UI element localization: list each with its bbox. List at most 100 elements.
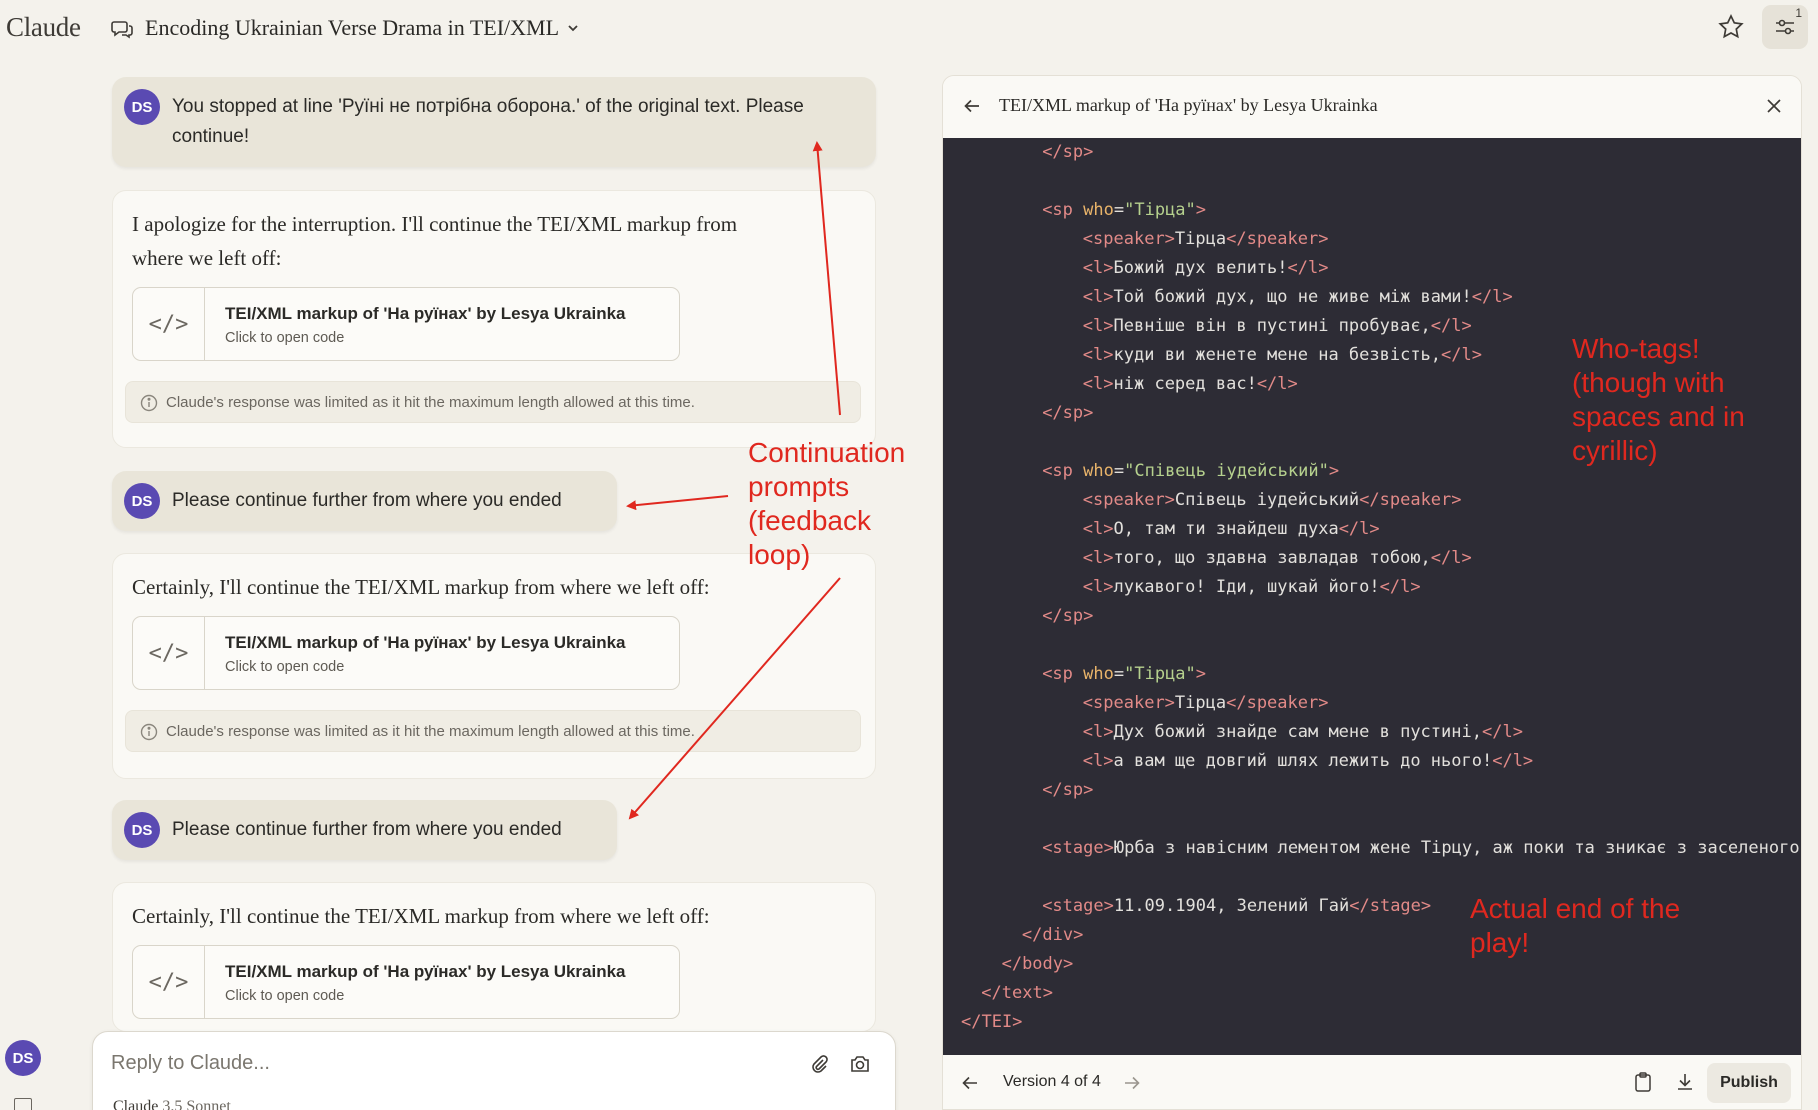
arrow-left-icon[interactable] — [963, 97, 981, 115]
account-avatar[interactable]: DS — [5, 1040, 41, 1076]
user-avatar: DS — [124, 89, 160, 125]
artifact-card[interactable]: </> TEI/XML markup of 'На руїнах' by Les… — [132, 945, 680, 1019]
code-line: <l>а вам ще довгий шлях лежить до нього!… — [1083, 749, 1533, 773]
code-token: <l> — [1082, 345, 1114, 365]
code-token: </l> — [1379, 577, 1421, 597]
code-line: <l>куди ви женете мене на безвість,</l> — [1083, 343, 1482, 367]
code-token: </div> — [1021, 925, 1084, 945]
code-line: </div> — [1022, 923, 1083, 947]
code-token: <sp — [1042, 200, 1073, 220]
settings-button[interactable]: 1 — [1762, 5, 1808, 49]
previous-version-icon[interactable] — [961, 1074, 979, 1092]
code-line: <speaker>Тірца</speaker> — [1083, 227, 1329, 251]
code-token: Той божий дух, що не живе між вами! — [1113, 287, 1472, 307]
code-line: <l>Дух божий знайде сам мене в пустині,<… — [1083, 720, 1523, 744]
user-message: DS You stopped at line 'Руїні не потрібн… — [112, 77, 876, 167]
claude-logo[interactable]: Claude — [6, 12, 81, 43]
user-message-text: Please continue further from where you e… — [172, 819, 562, 840]
code-line: </sp> — [1042, 604, 1093, 628]
code-line: </body> — [1002, 952, 1074, 976]
code-line: <l>Божий дух велить!</l> — [1083, 256, 1329, 280]
publish-button[interactable]: Publish — [1707, 1063, 1791, 1103]
artifact-card[interactable]: </> TEI/XML markup of 'На руїнах' by Les… — [132, 616, 680, 690]
code-token: <l> — [1082, 722, 1114, 742]
info-icon — [140, 723, 158, 741]
length-limit-notice: Claude's response was limited as it hit … — [125, 381, 861, 423]
model-version: 3.5 Sonnet — [162, 1098, 231, 1110]
code-token: </sp> — [1042, 142, 1094, 162]
code-token: Божий дух велить! — [1113, 258, 1288, 278]
code-token: Тірца — [1174, 693, 1227, 713]
length-limit-notice: Claude's response was limited as it hit … — [125, 710, 861, 752]
code-line: </sp> — [1042, 778, 1093, 802]
camera-icon[interactable] — [849, 1054, 871, 1074]
code-token: </speaker> — [1226, 693, 1329, 713]
code-token: <l> — [1082, 577, 1114, 597]
code-line: <l>лукавого! Іди, шукай його!</l> — [1083, 575, 1421, 599]
code-token: = — [1113, 664, 1125, 684]
model-selector[interactable]: Claude 3.5 Sonnet — [113, 1098, 231, 1110]
code-token: лукавого! Іди, шукай його! — [1113, 577, 1380, 597]
close-icon[interactable] — [1765, 97, 1783, 115]
code-token: Певніше він в пустині пробуває, — [1113, 316, 1431, 336]
code-line: </sp> — [1042, 401, 1093, 425]
code-line: <speaker>Тірца</speaker> — [1083, 691, 1329, 715]
code-token: <l> — [1082, 374, 1114, 394]
code-token: </sp> — [1042, 606, 1094, 626]
assistant-message: I apologize for the interruption. I'll c… — [112, 190, 876, 448]
next-version-icon[interactable] — [1123, 1074, 1141, 1092]
code-token: </stage> — [1349, 896, 1432, 916]
code-icon: </> — [133, 946, 205, 1018]
code-token: ніж серед вас! — [1113, 374, 1257, 394]
top-bar: Claude Encoding Ukrainian Verse Drama in… — [0, 0, 1818, 58]
artifact-title: TEI/XML markup of 'На руїнах' by Lesya U… — [225, 304, 626, 323]
assistant-message-text: Certainly, I'll continue the TEI/XML mar… — [132, 575, 710, 599]
code-token: О, там ти знайдеш духа — [1113, 519, 1339, 539]
user-message: DS Please continue further from where yo… — [112, 471, 617, 531]
code-token: <stage> — [1042, 838, 1114, 858]
version-label: Version 4 of 4 — [1003, 1073, 1101, 1090]
chevron-down-icon[interactable] — [566, 21, 580, 35]
artifact-subtitle: Click to open code — [225, 988, 345, 1004]
reply-input[interactable] — [111, 1046, 771, 1080]
code-line: <sp who="Співець іудейський"> — [1042, 459, 1339, 483]
star-icon[interactable] — [1716, 12, 1746, 42]
code-line: <l>О, там ти знайдеш духа</l> — [1083, 517, 1380, 541]
code-token: 11.09.1904, Зелений Гай — [1113, 896, 1350, 916]
clipboard-icon[interactable] — [1633, 1071, 1653, 1093]
assistant-message-text: I apologize for the interruption. I'll c… — [132, 212, 738, 236]
code-line: <l>Той божий дух, що не живе між вами!</… — [1083, 285, 1513, 309]
assistant-message: Certainly, I'll continue the TEI/XML mar… — [112, 553, 876, 779]
code-token: who — [1083, 200, 1114, 220]
chat-title[interactable]: Encoding Ukrainian Verse Drama in TEI/XM… — [145, 15, 559, 41]
code-token: Юрба з навісним лементом жене Тірцу, аж … — [1113, 838, 1800, 858]
code-token: = — [1113, 461, 1125, 481]
code-token: <l> — [1082, 751, 1114, 771]
code-token: </l> — [1481, 722, 1523, 742]
code-token: </speaker> — [1226, 229, 1329, 249]
code-token: > — [1195, 200, 1207, 220]
code-line: <stage>11.09.1904, Зелений Гай</stage> — [1042, 894, 1431, 918]
code-line: <sp who="Тірца"> — [1042, 198, 1206, 222]
code-token: куди ви женете мене на безвість, — [1113, 345, 1442, 365]
assistant-message-text: where we left off: — [132, 246, 282, 270]
code-token: <speaker> — [1082, 490, 1175, 510]
download-icon[interactable] — [1675, 1071, 1695, 1093]
artifact-card[interactable]: </> TEI/XML markup of 'На руїнах' by Les… — [132, 287, 680, 361]
length-limit-text: Claude's response was limited as it hit … — [166, 723, 695, 740]
paperclip-icon[interactable] — [809, 1054, 829, 1074]
code-token: "Тірца" — [1124, 200, 1196, 220]
annotation-end-of-play: Actual end of the play! — [1470, 893, 1681, 958]
code-token: </text> — [981, 983, 1053, 1003]
code-token: </l> — [1492, 751, 1534, 771]
code-line: <speaker>Співець іудейський</speaker> — [1083, 488, 1462, 512]
artifact-title: TEI/XML markup of 'На руїнах' by Lesya U… — [225, 633, 626, 652]
user-message: DS Please continue further from where yo… — [112, 800, 617, 860]
sidebar-toggle-icon[interactable] — [14, 1098, 32, 1110]
annotation-who-tags: Who-tags! (though with spaces and in cyr… — [1572, 333, 1745, 466]
code-token: </sp> — [1042, 780, 1094, 800]
code-token: <speaker> — [1082, 693, 1175, 713]
